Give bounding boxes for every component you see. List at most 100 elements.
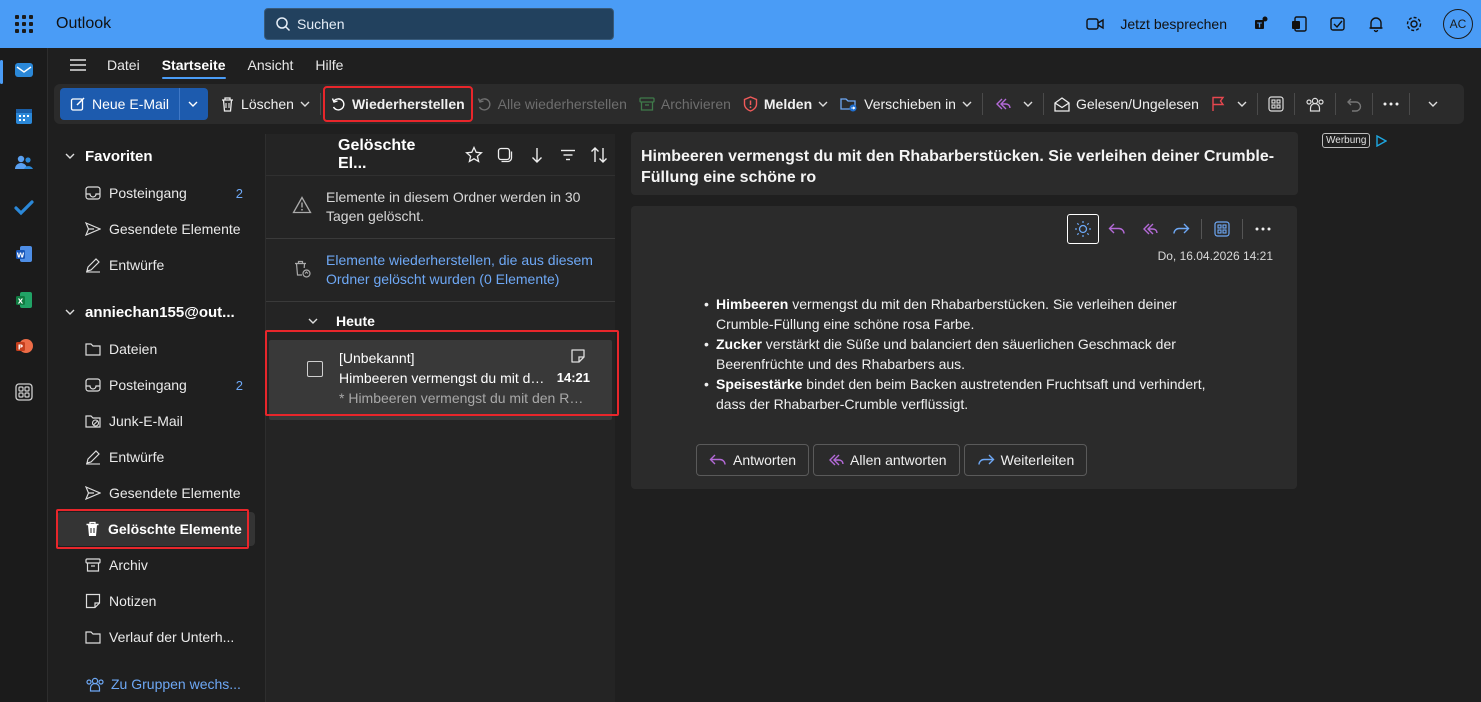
account-header[interactable]: anniechan155@out... xyxy=(49,292,235,332)
favorites-header[interactable]: Favoriten xyxy=(49,136,153,176)
delete-button[interactable]: Löschen xyxy=(214,88,316,120)
meet-now-label[interactable]: Jetzt besprechen xyxy=(1120,16,1227,32)
group-icon xyxy=(86,677,104,692)
favorite-sent[interactable]: Gesendete Elemente xyxy=(57,212,255,246)
search-input[interactable]: Suchen xyxy=(264,8,614,40)
reply-all-icon-button[interactable] xyxy=(1133,214,1165,244)
rail-powerpoint[interactable]: P xyxy=(0,326,48,366)
star-icon xyxy=(464,145,483,163)
body-bullet: Himbeeren vermengst du mit den Rhabarber… xyxy=(704,294,1236,334)
folder-icon xyxy=(85,631,101,644)
rail-word[interactable]: W xyxy=(0,234,48,274)
folder-archive[interactable]: Archiv xyxy=(57,548,255,582)
draft-note-icon xyxy=(571,349,585,363)
reply-all-button[interactable]: Allen antworten xyxy=(813,444,960,476)
date-group-today[interactable]: Heute xyxy=(266,302,615,340)
message-item[interactable]: [Unbekannt] Himbeeren vermengst du mit d… xyxy=(269,340,612,420)
recover-deleted-text: Elemente wiederherstellen, die aus diese… xyxy=(326,252,593,287)
move-to-button[interactable]: Verschieben in xyxy=(834,88,978,120)
read-unread-button[interactable]: Gelesen/Ungelesen xyxy=(1048,88,1205,120)
favorite-button[interactable] xyxy=(458,145,489,164)
rail-more-apps[interactable] xyxy=(0,372,48,412)
ribbon-separator xyxy=(1293,93,1295,115)
message-apps-button[interactable] xyxy=(1206,214,1238,244)
message-subject: Himbeeren vermengst du mit den Rhabarber… xyxy=(339,370,549,386)
reply-button[interactable]: Antworten xyxy=(696,444,810,476)
inbox-icon xyxy=(85,186,101,200)
ad-label[interactable]: Werbung xyxy=(1322,133,1388,148)
folder-label: Gelöschte Elemente xyxy=(108,521,242,537)
new-mail-dropdown[interactable] xyxy=(179,88,198,120)
chevron-down-icon xyxy=(1237,101,1247,107)
tab-hilfe[interactable]: Hilfe xyxy=(315,51,343,79)
notifications-button[interactable] xyxy=(1357,0,1395,48)
people-icon xyxy=(15,155,33,169)
favorite-drafts[interactable]: Entwürfe xyxy=(57,248,255,282)
undo-arrow-icon xyxy=(477,97,491,111)
restore-all-button[interactable]: Alle wiederherstellen xyxy=(471,88,633,120)
flag-button[interactable] xyxy=(1205,88,1253,120)
folder-notes[interactable]: Notizen xyxy=(57,584,255,618)
teams-button[interactable]: T xyxy=(1243,0,1281,48)
rail-people[interactable] xyxy=(0,142,48,182)
undo-button[interactable] xyxy=(1340,88,1368,120)
filter-button[interactable] xyxy=(552,149,583,161)
archive-button[interactable]: Archivieren xyxy=(633,88,737,120)
sort-button[interactable] xyxy=(584,146,615,163)
new-mail-button[interactable]: Neue E-Mail xyxy=(60,88,209,120)
message-more-button[interactable] xyxy=(1247,214,1279,244)
todo-check-icon xyxy=(14,200,34,216)
jump-to-button[interactable] xyxy=(521,147,552,163)
folder-label: Verlauf der Unterh... xyxy=(109,629,235,645)
forward-icon-button[interactable] xyxy=(1165,214,1197,244)
select-mode-button[interactable] xyxy=(490,147,521,163)
my-day-button[interactable] xyxy=(1319,0,1357,48)
office-button[interactable] xyxy=(1281,0,1319,48)
theme-toggle-button[interactable] xyxy=(1067,214,1099,244)
apps-button[interactable] xyxy=(1262,88,1290,120)
tab-startseite[interactable]: Startseite xyxy=(161,51,226,79)
folder-move-icon xyxy=(840,98,857,112)
rail-excel[interactable]: X xyxy=(0,280,48,320)
navigation-toggle-button[interactable] xyxy=(49,58,107,72)
favorite-inbox[interactable]: Posteingang 2 xyxy=(57,176,255,210)
trash-icon xyxy=(86,521,99,536)
rail-calendar[interactable] xyxy=(0,96,48,136)
message-checkbox[interactable] xyxy=(307,361,323,377)
reply-icon-button[interactable] xyxy=(1101,214,1133,244)
tab-datei[interactable]: Datei xyxy=(107,51,140,79)
rail-todo[interactable] xyxy=(0,188,48,228)
folder-junk[interactable]: Junk-E-Mail xyxy=(57,404,255,438)
forward-button[interactable]: Weiterleiten xyxy=(963,444,1088,476)
groups-button[interactable] xyxy=(1299,88,1331,120)
more-options-button[interactable] xyxy=(1377,88,1405,120)
folder-inbox[interactable]: Posteingang 2 xyxy=(57,368,255,402)
folder-drafts[interactable]: Entwürfe xyxy=(57,440,255,474)
app-launcher-button[interactable] xyxy=(0,0,48,48)
settings-button[interactable] xyxy=(1395,0,1433,48)
restore-button[interactable]: Wiederherstellen xyxy=(322,86,473,122)
avatar[interactable]: AC xyxy=(1443,9,1473,39)
reply-all-dropdown-button[interactable] xyxy=(987,88,1039,120)
tab-ansicht[interactable]: Ansicht xyxy=(248,51,294,79)
chevron-down-icon xyxy=(1023,101,1033,107)
ribbon-expand-button[interactable] xyxy=(1422,88,1444,120)
body-bullet: Zucker verstärkt die Süße und balanciert… xyxy=(704,334,1236,374)
rail-mail[interactable] xyxy=(0,50,48,90)
folder-conversation-history[interactable]: Verlauf der Unterh... xyxy=(57,620,255,654)
envelope-open-icon xyxy=(1054,96,1070,112)
flag-icon xyxy=(1212,96,1225,111)
draft-icon xyxy=(86,450,100,465)
go-to-groups-link[interactable]: Zu Gruppen wechs... xyxy=(85,676,241,692)
folder-label: Entwürfe xyxy=(109,449,165,465)
folder-deleted-items[interactable]: Gelöschte Elemente xyxy=(57,512,255,546)
folder-dateien[interactable]: Dateien xyxy=(57,332,255,366)
reply-all-icon xyxy=(995,98,1011,110)
meet-now-button[interactable] xyxy=(1076,0,1114,48)
reply-label: Antworten xyxy=(733,452,797,468)
report-button[interactable]: Melden xyxy=(737,88,834,120)
recover-deleted-link[interactable]: Elemente wiederherstellen, die aus diese… xyxy=(266,239,615,302)
video-camera-icon xyxy=(1086,18,1105,30)
folder-sent[interactable]: Gesendete Elemente xyxy=(57,476,255,510)
reply-icon xyxy=(709,454,726,465)
